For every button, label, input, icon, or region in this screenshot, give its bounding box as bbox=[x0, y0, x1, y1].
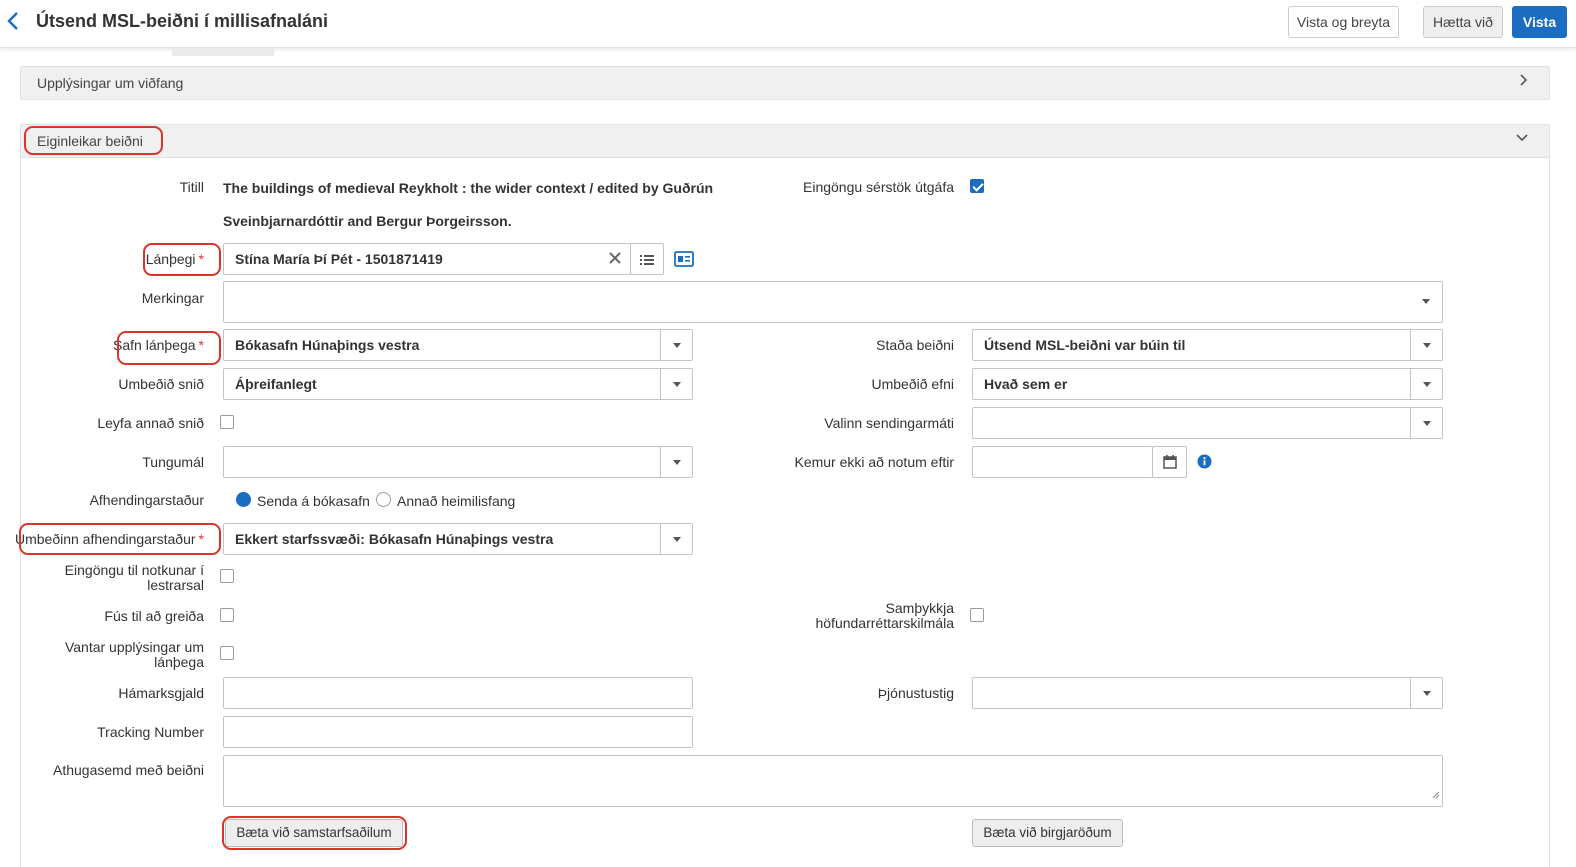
radio-send-to-library[interactable] bbox=[236, 492, 251, 507]
service-level-label: Þjónustustig bbox=[877, 685, 954, 701]
chevron-right-icon bbox=[1519, 73, 1529, 90]
requested-material-select[interactable]: Hvað sem er bbox=[972, 368, 1443, 400]
section-request-attributes[interactable]: Eiginleikar beiðni bbox=[20, 124, 1550, 158]
not-needed-after-label: Kemur ekki að notum eftir bbox=[794, 454, 954, 470]
title-value-line2: Sveinbjarnardóttir and Bergur Þorgeirsso… bbox=[223, 213, 512, 229]
add-partner-button[interactable]: Bæta við samstarfsaðilum bbox=[225, 819, 403, 847]
id-card-icon[interactable] bbox=[674, 251, 694, 272]
chevron-left-icon[interactable] bbox=[6, 10, 26, 34]
borrower-list-button[interactable] bbox=[630, 243, 664, 275]
borrower-value: Stína María Þí Pét - 1501871419 bbox=[235, 251, 443, 267]
requested-delivery-location-label: Umbeðinn afhendingarstaður * bbox=[14, 531, 204, 547]
copyright-agree-checkbox[interactable] bbox=[970, 608, 984, 622]
tab-indicator bbox=[172, 48, 274, 56]
save-and-edit-button[interactable]: Vista og breyta bbox=[1288, 6, 1399, 38]
request-status-label: Staða beiðni bbox=[876, 337, 954, 353]
notes-select[interactable] bbox=[223, 281, 1443, 323]
section-address-info[interactable]: Upplýsingar um viðfang bbox=[20, 66, 1550, 100]
tracking-number-label: Tracking Number bbox=[97, 724, 204, 740]
not-needed-after-input[interactable] bbox=[972, 446, 1153, 478]
chevron-down-icon bbox=[1410, 369, 1442, 399]
list-icon bbox=[640, 253, 654, 271]
page-title: Útsend MSL-beiðni í millisafnaláni bbox=[36, 11, 329, 31]
delivery-method-label: Valinn sendingarmáti bbox=[824, 415, 954, 431]
section-address-info-label: Upplýsingar um viðfang bbox=[37, 75, 184, 91]
reading-room-only-checkbox[interactable] bbox=[220, 569, 234, 583]
missing-borrower-info-checkbox[interactable] bbox=[220, 646, 234, 660]
chevron-down-icon bbox=[1410, 678, 1442, 708]
delivery-method-select[interactable] bbox=[972, 407, 1443, 439]
request-note-label: Athugasemd með beiðni bbox=[53, 762, 204, 778]
cancel-button[interactable]: Hætta við bbox=[1423, 6, 1503, 38]
chevron-down-icon bbox=[1410, 286, 1442, 316]
radio-other-address[interactable] bbox=[376, 492, 391, 507]
borrower-label: Lánþegi * bbox=[145, 251, 204, 267]
borrower-input[interactable]: Stína María Þí Pét - 1501871419 bbox=[223, 243, 631, 275]
missing-borrower-info-label: Vantar upplýsingar um lánþega bbox=[64, 639, 204, 670]
request-note-textarea[interactable] bbox=[223, 755, 1443, 807]
add-suppliers-button[interactable]: Bæta við birgjaröðum bbox=[972, 819, 1123, 847]
requested-material-label: Umbeðið efni bbox=[871, 376, 955, 392]
chevron-down-icon bbox=[1515, 131, 1529, 148]
request-status-select[interactable]: Útsend MSL-beiðni var búin til bbox=[972, 329, 1443, 361]
radio-other-address-label: Annað heimilisfang bbox=[397, 493, 516, 509]
tracking-number-input[interactable] bbox=[223, 716, 693, 748]
chevron-down-icon bbox=[1410, 408, 1442, 438]
specific-edition-checkbox[interactable] bbox=[970, 179, 984, 193]
specific-edition-label: Eingöngu sérstök útgáfa bbox=[803, 179, 954, 195]
radio-send-to-library-label: Senda á bókasafn bbox=[257, 493, 370, 509]
page-header: Útsend MSL-beiðni í millisafnaláni Vista… bbox=[0, 0, 1576, 48]
reading-room-only-label: Eingöngu til notkunar í lestrarsal bbox=[64, 562, 204, 593]
requested-delivery-location-select[interactable]: Ekkert starfssvæði: Bókasafn Húnaþings v… bbox=[223, 523, 693, 555]
service-level-select[interactable] bbox=[972, 677, 1443, 709]
save-button[interactable]: Vista bbox=[1512, 6, 1567, 38]
clear-x-icon[interactable] bbox=[608, 251, 622, 270]
calendar-button[interactable] bbox=[1152, 446, 1187, 478]
chevron-down-icon bbox=[1410, 330, 1442, 360]
section-request-attributes-label: Eiginleikar beiðni bbox=[37, 133, 143, 149]
notes-label: Merkingar bbox=[141, 290, 204, 306]
resize-handle-icon[interactable] bbox=[1432, 786, 1440, 804]
delivery-location-label: Afhendingarstaður bbox=[89, 492, 204, 508]
copyright-agree-label: Samþykkja höfundarréttarskilmála bbox=[815, 600, 954, 631]
calendar-icon bbox=[1163, 455, 1177, 474]
chevron-down-icon bbox=[660, 524, 692, 554]
info-icon[interactable] bbox=[1197, 454, 1212, 474]
